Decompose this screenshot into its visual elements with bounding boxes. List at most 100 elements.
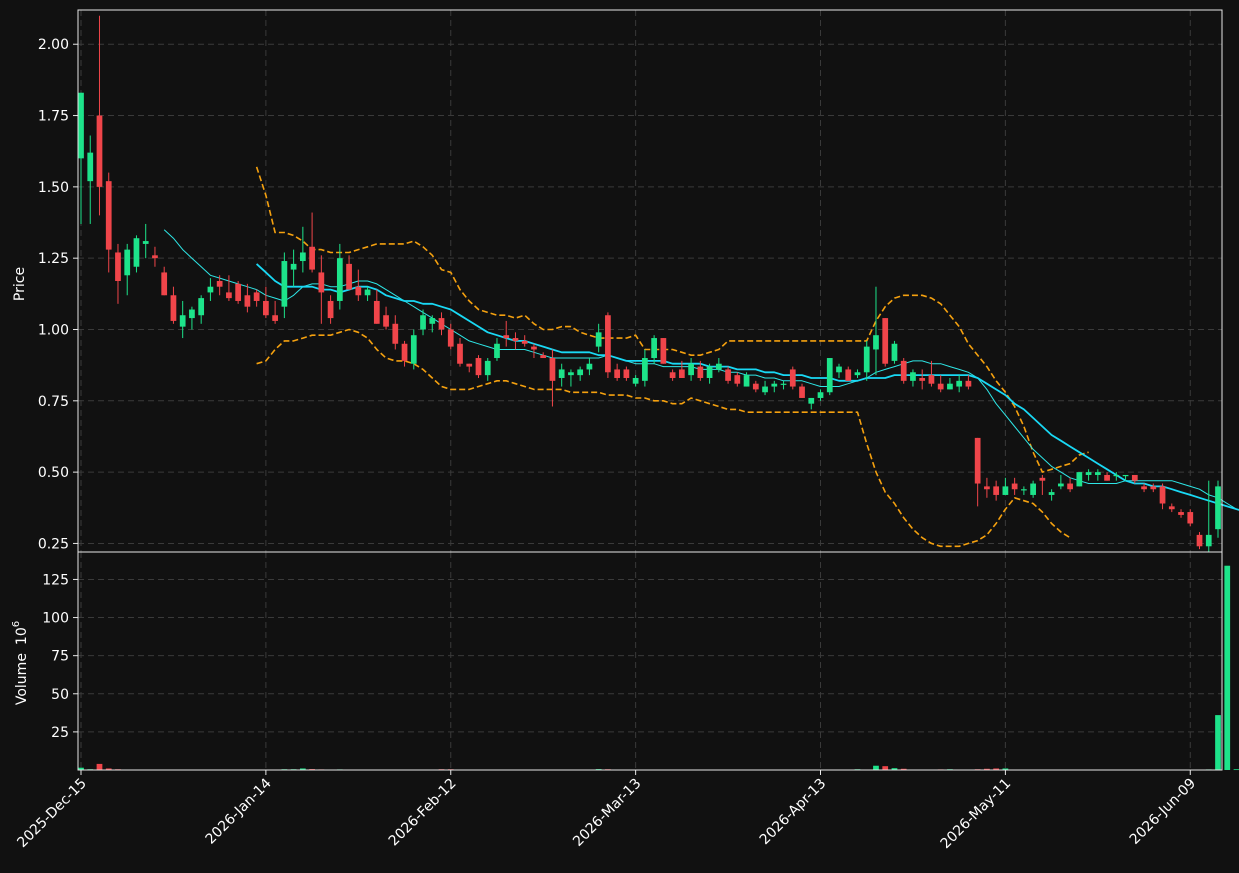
candle-body [142,241,149,244]
candle-body [1067,483,1073,490]
candlestick-chart: 0.25 0.50 0.75 1.00 1.25 1.50 1.75 2.00 25 50 75 1… [0,0,1239,873]
candle-body [420,315,426,330]
candle-body [577,369,584,376]
candle-body [1168,506,1175,510]
candle-body [614,369,621,378]
candle-body [771,383,778,387]
candle-body [466,363,473,367]
candle-body [364,289,371,296]
candle-body [725,369,731,381]
candle-body [789,369,796,387]
price-tick-label: 1.50 [38,180,69,196]
volume-tick-label: 125 [42,572,69,588]
volume-bar [96,763,103,770]
candle-body [226,292,232,299]
candle-body [281,261,288,307]
candle-body [752,383,759,390]
candle-body [216,281,223,287]
candle-body [1141,486,1147,490]
candle-body [947,383,953,390]
candle-body [346,263,352,290]
candle-body [845,369,852,381]
candle-body [836,366,842,373]
candle-body [531,346,537,350]
candle-body [937,383,944,390]
candle-body [826,358,833,393]
candle-body [1113,474,1120,477]
candle-body [115,252,121,281]
candle-body [1150,486,1157,490]
volume-bar [1233,769,1239,771]
candle-body [1021,489,1027,491]
volume-axis-label-text: Volume [14,653,30,705]
candle-body [410,335,417,364]
candle-body [457,343,463,364]
candle-body [475,358,482,376]
candle-body [706,366,713,378]
candle-body [928,375,935,384]
candle-body [1178,512,1184,515]
candle-body [133,238,140,267]
candle-body [586,363,593,370]
volume-tick-label: 100 [42,611,69,627]
candle-body [207,286,214,293]
candle-body [568,372,574,376]
candle-body [623,369,630,378]
volume-tick-label: 75 [51,649,69,665]
candle-body [660,338,667,364]
candle-body [383,315,389,327]
candle-body [900,360,907,381]
volume-axis-exponent-power: 6 [11,621,22,627]
candle-body [336,258,343,301]
candle-body [355,286,362,296]
candle-body [189,309,195,319]
volume-bar [1215,715,1221,770]
candle-body [882,318,889,364]
price-tick-label: 0.50 [38,465,69,481]
candle-body [669,372,676,378]
candle-body [540,355,547,359]
price-tick-label: 0.75 [38,394,69,410]
candle-body [152,255,158,259]
candle-body [96,115,103,187]
volume-axis-exponent-base: 10 [14,627,30,645]
candle-body [651,338,657,359]
price-tick-label: 0.25 [38,536,69,552]
candle-body [873,335,879,350]
candle-body [494,343,500,359]
candle-body [854,372,861,376]
volume-tick-label: 25 [51,725,69,741]
volume-tick-label: 50 [51,687,69,703]
price-tick-label: 1.00 [38,322,69,338]
volume-bar [1224,565,1231,770]
candle-body [253,292,260,301]
candle-body [605,315,611,373]
candle-body [124,249,131,276]
candle-body [956,380,963,387]
candle-body [974,437,981,484]
price-tick-label: 1.75 [38,109,69,125]
candle-body [678,369,685,378]
candle-body [1085,472,1092,475]
candle-body [891,343,898,361]
candle-body [558,369,565,378]
candle-body [688,363,694,376]
candle-body [503,335,510,339]
candle-body [484,360,491,376]
candle-body [642,358,648,381]
candle-body [179,315,186,327]
candle-body [401,343,408,361]
candle-body [1048,492,1055,495]
candle-body [327,300,334,319]
candle-body [1104,474,1110,481]
candle-body [1076,472,1083,487]
volume-bar [882,766,889,770]
candle-body [299,252,306,262]
candle-body [1057,483,1064,487]
candle-body [244,295,251,307]
candle-body [1122,474,1129,477]
candle-body [309,246,315,270]
candle-body [105,181,112,250]
candle-body [965,380,972,387]
candle-body [512,338,519,341]
